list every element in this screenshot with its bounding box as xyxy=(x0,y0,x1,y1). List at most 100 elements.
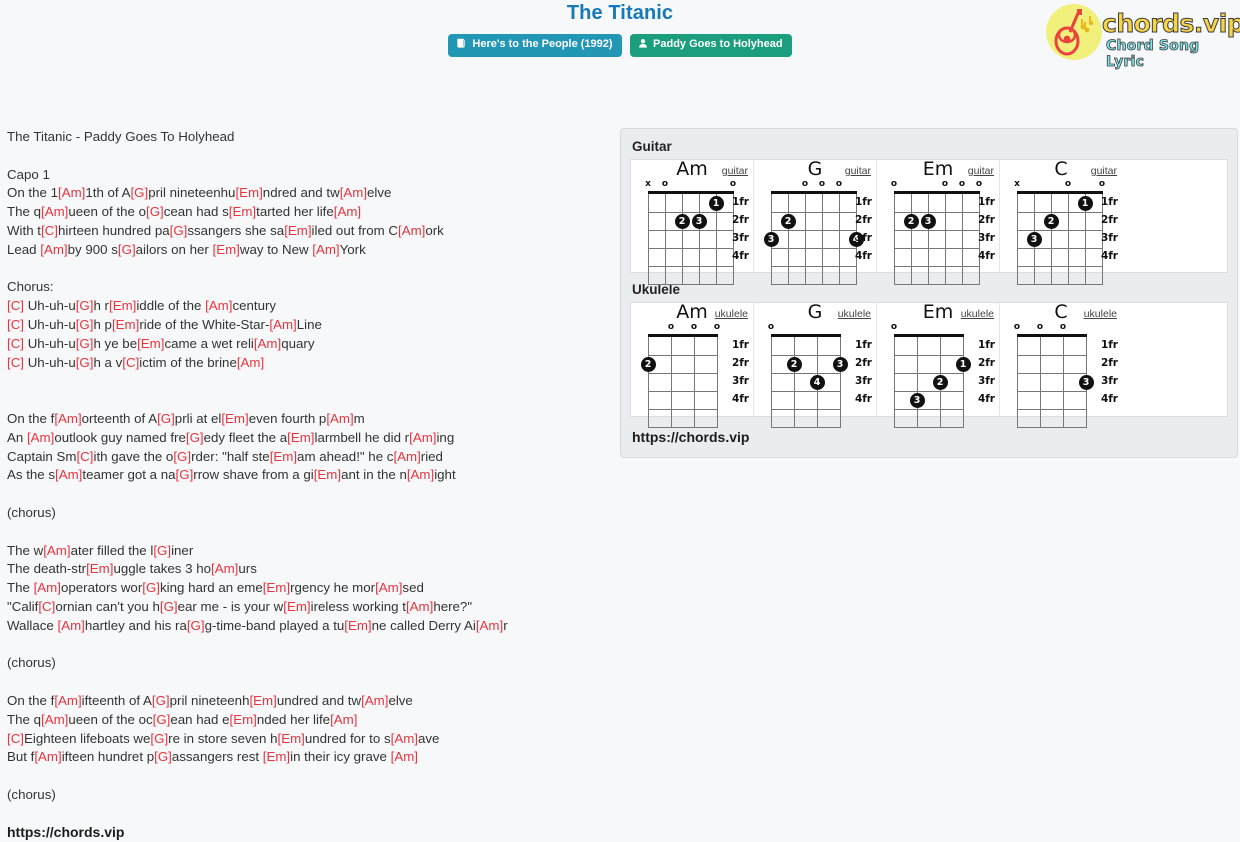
chord-token[interactable]: [Am] xyxy=(58,618,85,633)
chord-token[interactable]: [Am] xyxy=(406,599,433,614)
chord-token[interactable]: [Em] xyxy=(249,693,276,708)
chord-diagram-am-guitar[interactable]: Am guitar x o o 1 2 3 1fr 2fr 3fr 4fr xyxy=(631,158,754,285)
chord-token[interactable]: [Am] xyxy=(326,411,353,426)
chord-token[interactable]: [Am] xyxy=(340,185,367,200)
chord-token[interactable]: [Em] xyxy=(235,185,262,200)
chord-token[interactable]: [Em] xyxy=(109,298,136,313)
chord-token[interactable]: [Am] xyxy=(330,712,357,727)
artist-badge[interactable]: Paddy Goes to Holyhead xyxy=(630,34,792,58)
chord-token[interactable]: [G] xyxy=(153,712,171,727)
chord-token[interactable]: [Em] xyxy=(284,223,311,238)
chord-token[interactable]: [Am] xyxy=(476,618,503,633)
chord-token[interactable]: [G] xyxy=(160,599,178,614)
chord-token[interactable]: [G] xyxy=(130,185,148,200)
chord-token[interactable]: [Am] xyxy=(211,561,238,576)
chord-token[interactable]: [Am] xyxy=(40,242,67,257)
chord-diagram-c-guitar[interactable]: Cguitar x o o 1 2 3 1fr 2fr 3fr 4fr xyxy=(1000,158,1122,285)
chord-token[interactable]: [G] xyxy=(76,298,94,313)
chord-token[interactable]: [Am] xyxy=(55,467,82,482)
chord-token[interactable]: [Am] xyxy=(205,298,232,313)
chord-token[interactable]: [Em] xyxy=(270,449,297,464)
chord-token[interactable]: [Am] xyxy=(391,731,418,746)
chord-token[interactable]: [Am] xyxy=(34,580,61,595)
chord-token[interactable]: [Am] xyxy=(43,543,70,558)
chord-token[interactable]: [C] xyxy=(7,336,24,351)
chord-token[interactable]: [C] xyxy=(41,223,58,238)
chord-token[interactable]: [Em] xyxy=(137,336,164,351)
chord-token[interactable]: [Em] xyxy=(221,411,248,426)
chord-token[interactable]: [Am] xyxy=(398,223,425,238)
chord-token[interactable]: [Am] xyxy=(312,242,339,257)
chord-token[interactable]: [Am] xyxy=(391,749,418,764)
album-badge[interactable]: Here's to the People (1992) xyxy=(448,34,622,58)
lyric-text: "Calif xyxy=(7,598,39,614)
chord-token[interactable]: [Em] xyxy=(229,204,256,219)
fret-label: 3fr xyxy=(1100,232,1118,244)
chord-token[interactable]: [Am] xyxy=(54,411,81,426)
fret-line xyxy=(894,427,964,428)
chord-token[interactable]: [G] xyxy=(187,618,205,633)
chord-token[interactable]: [Em] xyxy=(263,749,290,764)
chord-token[interactable]: [G] xyxy=(76,355,94,370)
chord-token[interactable]: [G] xyxy=(157,411,175,426)
chord-token[interactable]: [G] xyxy=(173,449,191,464)
chord-token[interactable]: [G] xyxy=(154,749,172,764)
chord-token[interactable]: [G] xyxy=(152,693,170,708)
chord-token[interactable]: [Em] xyxy=(278,731,305,746)
chord-token[interactable]: [G] xyxy=(146,204,164,219)
chord-token[interactable]: [G] xyxy=(142,580,160,595)
chord-token[interactable]: [Em] xyxy=(230,712,257,727)
chord-diagram-g-guitar[interactable]: Gguitar o o o 2 3 4 1fr 2fr 3fr 4fr xyxy=(754,158,877,285)
chord-token[interactable]: [Am] xyxy=(393,449,420,464)
chord-token[interactable]: [G] xyxy=(118,242,136,257)
chord-token[interactable]: [C] xyxy=(76,449,93,464)
chord-token[interactable]: [Am] xyxy=(27,430,54,445)
chord-token[interactable]: [Em] xyxy=(344,618,371,633)
card-site-link[interactable]: https://chords.vip xyxy=(632,429,1228,445)
chord-diagram-em-ukulele[interactable]: Em ukulele o 1 2 3 1fr 2fr 3fr 4fr xyxy=(877,301,1000,428)
chord-token[interactable]: [Am] xyxy=(58,185,85,200)
chord-diagram-em-guitar[interactable]: Em guitar o o o o 2 3 1fr 2fr 3fr 4fr xyxy=(877,158,1000,285)
chord-token[interactable]: [Am] xyxy=(54,693,81,708)
lyric-line: [C] Uh-uh-u[G]h a v[C]ictim of the brine… xyxy=(7,354,607,373)
chord-token[interactable]: [G] xyxy=(176,467,194,482)
chord-token[interactable]: [Am] xyxy=(375,580,402,595)
chord-token[interactable]: [C] xyxy=(7,355,24,370)
chord-token[interactable]: [G] xyxy=(170,223,188,238)
chord-token[interactable]: [G] xyxy=(153,543,171,558)
chord-token[interactable]: [Am] xyxy=(34,749,61,764)
chord-token[interactable]: [Am] xyxy=(237,355,264,370)
chord-token[interactable]: [Am] xyxy=(409,430,436,445)
chord-token[interactable]: [Am] xyxy=(41,712,68,727)
chord-token[interactable]: [Em] xyxy=(287,430,314,445)
finger-dot: 2 xyxy=(932,374,948,390)
chord-token[interactable]: [Em] xyxy=(86,561,113,576)
chord-token[interactable]: [G] xyxy=(76,317,94,332)
chord-token[interactable]: [Am] xyxy=(41,204,68,219)
footer-site-link[interactable]: https://chords.vip xyxy=(7,823,607,842)
chord-token[interactable]: [G] xyxy=(76,336,94,351)
chord-token[interactable]: [Am] xyxy=(361,693,388,708)
chord-token[interactable]: [G] xyxy=(150,731,168,746)
chord-token[interactable]: [Em] xyxy=(314,467,341,482)
string-line xyxy=(894,194,895,284)
chord-token[interactable]: [C] xyxy=(7,298,24,313)
chord-diagram-g-ukulele[interactable]: Gukulele o 2 3 4 1fr 2fr 3fr 4fr xyxy=(754,301,877,428)
chord-token[interactable]: [C] xyxy=(7,731,24,746)
chord-token[interactable]: [Em] xyxy=(213,242,240,257)
chord-token[interactable]: [Em] xyxy=(283,599,310,614)
chord-token[interactable]: [Am] xyxy=(269,317,296,332)
fret-label: 4fr xyxy=(731,393,749,405)
chord-diagram-c-ukulele[interactable]: Cukulele o o o 3 1fr 2fr 3fr 4fr xyxy=(1000,301,1122,428)
chord-token[interactable]: [Em] xyxy=(263,580,290,595)
chord-token[interactable]: [C] xyxy=(122,355,139,370)
site-logo[interactable]: chords.vip Chord Song Lyric xyxy=(1046,4,1240,70)
chord-token[interactable]: [C] xyxy=(38,599,55,614)
chord-diagram-am-ukulele[interactable]: Am ukulele o o o 2 1fr 2fr 3fr 4fr xyxy=(631,301,754,428)
chord-token[interactable]: [C] xyxy=(7,317,24,332)
chord-token[interactable]: [Am] xyxy=(334,204,361,219)
chord-token[interactable]: [Em] xyxy=(112,317,139,332)
chord-token[interactable]: [Am] xyxy=(407,467,434,482)
chord-token[interactable]: [G] xyxy=(186,430,204,445)
chord-token[interactable]: [Am] xyxy=(254,336,281,351)
